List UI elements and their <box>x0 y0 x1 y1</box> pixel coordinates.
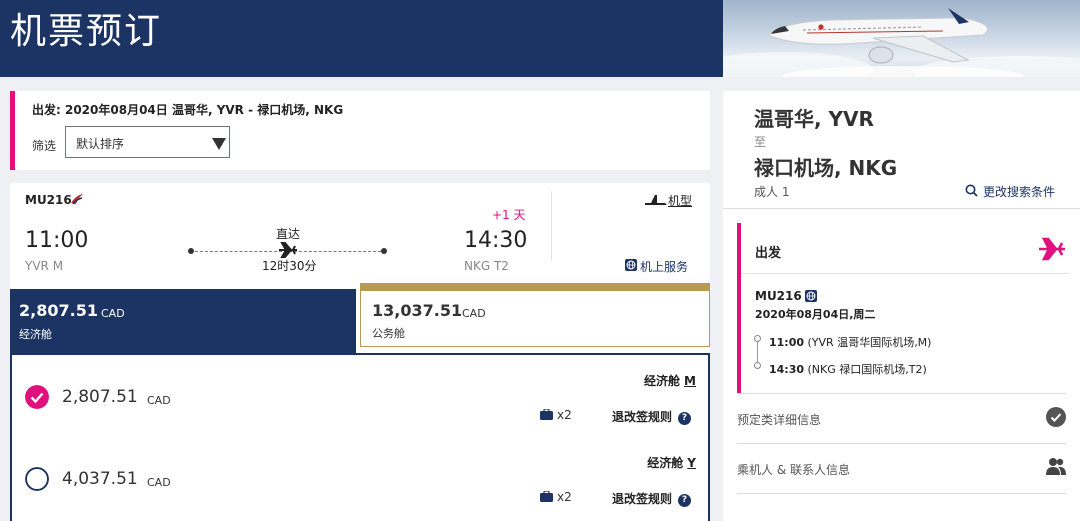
aircraft-type-link[interactable]: 机型 <box>668 192 692 209</box>
change-rules-label: 退改签规则 <box>612 492 673 506</box>
change-rules-label: 退改签规则 <box>612 410 673 424</box>
departure-airport: YVR M <box>25 259 64 273</box>
arrival-time: 14:30 <box>464 228 528 253</box>
baggage-count: x2 <box>557 408 572 422</box>
baggage-icon <box>540 490 553 502</box>
airplane-illustration <box>723 8 1080 77</box>
check-circle-icon <box>1046 407 1066 427</box>
booking-class-code[interactable]: Y <box>687 456 696 470</box>
page-header: 机票预订 <box>0 0 1080 77</box>
fare-currency: CAD <box>462 307 486 320</box>
route-start-dot <box>188 248 194 254</box>
fare-option-cabin: 经济舱 M <box>644 372 696 389</box>
fare-price: 2,807.51 <box>19 301 98 320</box>
airline-banner <box>723 0 1080 77</box>
baggage-count: x2 <box>557 490 572 504</box>
fare-tab-economy[interactable]: 2,807.51 CAD 经济舱 <box>10 283 356 353</box>
timeline-start-dot <box>754 335 761 342</box>
fare-cabin: 经济舱 <box>19 328 52 341</box>
leg-time: 11:00 <box>769 336 805 349</box>
route-end-dot <box>381 248 387 254</box>
globe-icon <box>805 290 817 302</box>
divider <box>737 493 1066 494</box>
sort-select-value: 默认排序 <box>76 137 125 151</box>
onboard-service-link[interactable]: 机上服务 <box>640 258 688 275</box>
booking-details-step[interactable]: 预定类详细信息 <box>737 393 1066 443</box>
fare-currency: CAD <box>101 307 125 320</box>
booking-steps: 出发 MU216 2020年08月04日,周二 11:00 (YVR 温哥华国际… <box>723 208 1080 521</box>
filter-label: 筛选 <box>32 139 57 153</box>
radio-checked-icon[interactable] <box>25 385 49 409</box>
baggage-icon <box>540 408 553 420</box>
radio-unchecked-icon[interactable] <box>25 467 49 491</box>
fare-option-currency: CAD <box>147 394 171 407</box>
to-label: 至 <box>754 135 767 149</box>
help-icon[interactable]: ? <box>678 494 692 507</box>
departure-time: 11:00 <box>25 228 89 253</box>
passenger-count: 成人 1 <box>754 185 790 199</box>
fare-tab-business[interactable]: 13,037.51 CAD 公务舱 <box>360 283 710 347</box>
departure-heading: 出发 <box>755 246 782 261</box>
change-rules-link[interactable]: 退改签规则? <box>612 490 692 507</box>
fare-price: 13,037.51 <box>372 301 463 320</box>
departure-step: 出发 MU216 2020年08月04日,周二 11:00 (YVR 温哥华国际… <box>737 223 1070 393</box>
baggage-allowance: x2 <box>540 408 572 422</box>
people-icon <box>1046 458 1066 475</box>
booking-class-code[interactable]: M <box>684 374 696 388</box>
fare-option[interactable]: 4,037.51 CAD 经济舱 Y x2 退改签规则? <box>12 437 708 519</box>
leg-place: (YVR 温哥华国际机场,M) <box>807 336 932 349</box>
search-icon[interactable] <box>965 184 978 197</box>
sort-select[interactable]: 默认排序 <box>65 126 230 158</box>
divider <box>741 273 1070 274</box>
divider <box>551 191 552 261</box>
modify-search-link[interactable]: 更改搜索条件 <box>983 183 1055 200</box>
help-icon[interactable]: ? <box>678 412 692 425</box>
next-day-badge: +1 天 <box>492 208 526 222</box>
plane-icon <box>1039 237 1065 261</box>
change-rules-link[interactable]: 退改签规则? <box>612 408 692 425</box>
fare-option-price: 2,807.51 <box>62 387 138 407</box>
arrival-airport: NKG T2 <box>464 259 509 273</box>
leg-time: 14:30 <box>769 363 805 376</box>
timeline-end-dot <box>754 362 761 369</box>
search-summary-card: 出发: 2020年08月04日 温哥华, YVR - 禄口机场, NKG 筛选 … <box>10 91 710 170</box>
page-title: 机票预订 <box>10 11 163 52</box>
origin-city: 温哥华, YVR <box>754 107 874 131</box>
airline-logo-icon <box>71 194 83 205</box>
cabin-name: 经济舱 <box>647 456 684 470</box>
destination-city: 禄口机场, NKG <box>754 156 898 180</box>
departure-leg: 11:00 (YVR 温哥华国际机场,M) <box>769 334 931 350</box>
cabin-name: 经济舱 <box>644 374 681 388</box>
timeline-line <box>757 338 758 365</box>
arrival-leg: 14:30 (NKG 禄口国际机场,T2) <box>769 361 927 377</box>
departure-date: 2020年08月04日,周二 <box>755 308 876 321</box>
step-label: 预定类详细信息 <box>737 413 822 427</box>
route-summary: 出发: 2020年08月04日 温哥华, YVR - 禄口机场, NKG <box>32 103 344 117</box>
step-label: 乘机人 & 联系人信息 <box>737 463 850 477</box>
flight-number: MU216 <box>755 289 802 303</box>
itinerary-summary: 温哥华, YVR 至 禄口机场, NKG 成人 1 更改搜索条件 <box>723 91 1080 208</box>
fare-option[interactable]: 2,807.51 CAD 经济舱 M x2 退改签规则? <box>12 355 708 437</box>
leg-place: (NKG 禄口国际机场,T2) <box>807 363 927 376</box>
aircraft-icon <box>645 195 667 205</box>
passenger-contact-step[interactable]: 乘机人 & 联系人信息 <box>737 443 1066 493</box>
flight-number: MU216 <box>25 193 72 207</box>
flight-duration: 12时30分 <box>262 259 317 273</box>
fare-cabin: 公务舱 <box>372 327 405 340</box>
baggage-allowance: x2 <box>540 490 572 504</box>
globe-icon <box>625 259 637 271</box>
fare-option-currency: CAD <box>147 476 171 489</box>
chevron-down-icon <box>212 138 226 150</box>
fare-option-list: 2,807.51 CAD 经济舱 M x2 退改签规则? 4,037.51 CAD… <box>10 353 710 521</box>
fare-option-price: 4,037.51 <box>62 469 138 489</box>
fare-option-cabin: 经济舱 Y <box>647 454 696 471</box>
stops-label: 直达 <box>276 227 301 241</box>
